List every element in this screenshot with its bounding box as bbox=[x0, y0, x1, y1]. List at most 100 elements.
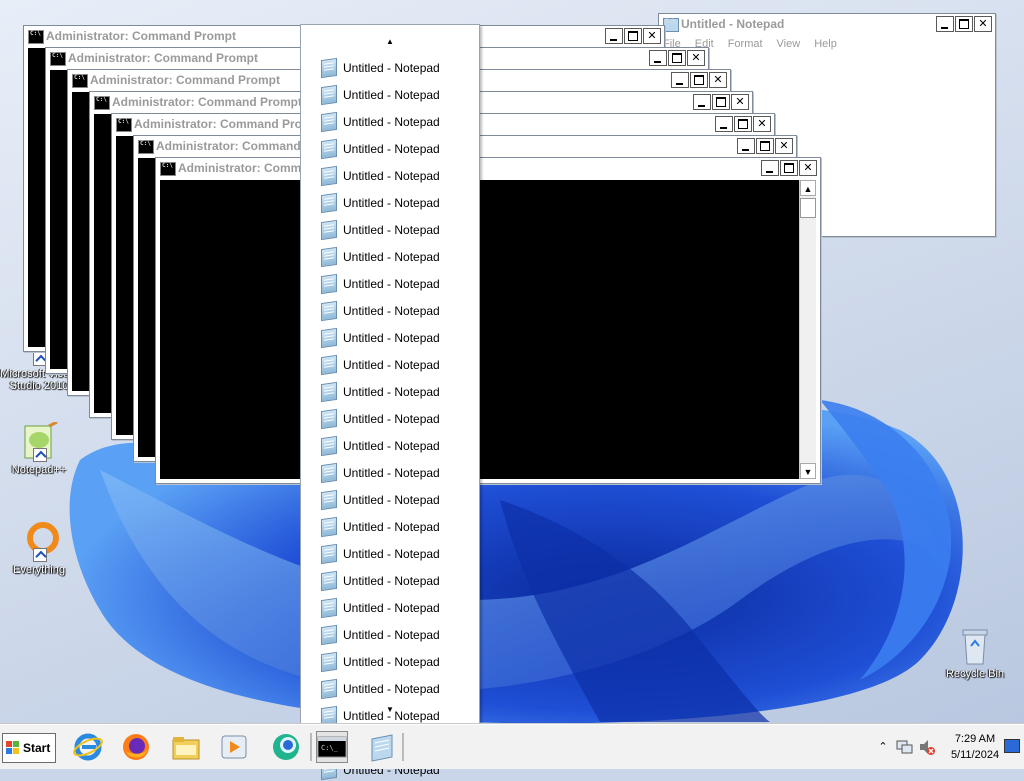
notepad-icon bbox=[321, 570, 337, 592]
menu-item-untitled-notepad[interactable]: Untitled - Notepad bbox=[321, 543, 440, 565]
clock-date: 5/11/2024 bbox=[950, 749, 1000, 761]
menu-item-untitled-notepad[interactable]: Untitled - Notepad bbox=[321, 516, 440, 538]
menu-scroll-down-icon[interactable]: ▼ bbox=[301, 705, 479, 714]
firefox-icon[interactable] bbox=[120, 731, 152, 763]
notepad-title: Untitled - Notepad bbox=[681, 17, 785, 31]
menu-item-untitled-notepad[interactable]: Untitled - Notepad bbox=[321, 678, 440, 700]
minimize-button[interactable] bbox=[936, 16, 954, 32]
menu-view[interactable]: View bbox=[777, 38, 801, 50]
maximize-button[interactable] bbox=[734, 116, 752, 132]
close-button[interactable]: ✕ bbox=[709, 72, 727, 88]
desktop-icon-label: Recycle Bin bbox=[945, 668, 1005, 680]
menu-item-untitled-notepad[interactable]: Untitled - Notepad bbox=[321, 597, 440, 619]
maximize-button[interactable] bbox=[668, 50, 686, 66]
menu-item-untitled-notepad[interactable]: Untitled - Notepad bbox=[321, 273, 440, 295]
console-scrollbar[interactable]: ▲ ▼ bbox=[799, 180, 816, 479]
minimize-button[interactable] bbox=[649, 50, 667, 66]
close-button[interactable]: ✕ bbox=[799, 160, 817, 176]
start-button[interactable]: Start bbox=[2, 733, 56, 763]
media-player-icon[interactable] bbox=[218, 731, 250, 763]
console-area[interactable] bbox=[160, 180, 800, 479]
desktop-icon-notepad-plus-plus[interactable]: Notepad++ bbox=[0, 420, 78, 476]
minimize-button[interactable] bbox=[737, 138, 755, 154]
notepad-icon bbox=[321, 165, 337, 187]
menu-item-untitled-notepad[interactable]: Untitled - Notepad bbox=[321, 624, 440, 646]
cmd-title: Administrator: Command Prompt bbox=[134, 117, 325, 131]
menu-item-label: Untitled - Notepad bbox=[343, 115, 440, 129]
menu-item-untitled-notepad[interactable]: Untitled - Notepad bbox=[321, 111, 440, 133]
menu-item-label: Untitled - Notepad bbox=[343, 574, 440, 588]
scroll-thumb[interactable] bbox=[800, 198, 816, 218]
notepad-titlebar[interactable]: Untitled - Notepad ✕ bbox=[659, 14, 995, 34]
menu-item-untitled-notepad[interactable]: Untitled - Notepad bbox=[321, 327, 440, 349]
menu-scroll-up-icon[interactable]: ▲ bbox=[301, 37, 479, 46]
minimize-button[interactable] bbox=[693, 94, 711, 110]
menu-item-untitled-notepad[interactable]: Untitled - Notepad bbox=[321, 462, 440, 484]
notepad-icon bbox=[321, 651, 337, 673]
scroll-down-arrow[interactable]: ▼ bbox=[800, 463, 816, 479]
minimize-button[interactable] bbox=[715, 116, 733, 132]
menu-item-untitled-notepad[interactable]: Untitled - Notepad bbox=[321, 246, 440, 268]
menu-item-label: Untitled - Notepad bbox=[343, 682, 440, 696]
maximize-button[interactable] bbox=[780, 160, 798, 176]
maximize-button[interactable] bbox=[690, 72, 708, 88]
command-prompt-icon bbox=[138, 140, 154, 154]
menu-item-untitled-notepad[interactable]: Untitled - Notepad bbox=[321, 57, 440, 79]
cmd-titlebar[interactable]: Administrator: Command Prompt ✕ bbox=[156, 158, 820, 178]
maximize-button[interactable] bbox=[955, 16, 973, 32]
file-explorer-icon[interactable] bbox=[170, 731, 202, 763]
close-button[interactable]: ✕ bbox=[974, 16, 992, 32]
recycle-bin-icon bbox=[955, 626, 995, 666]
scroll-up-arrow[interactable]: ▲ bbox=[800, 180, 816, 196]
internet-explorer-icon[interactable] bbox=[72, 731, 104, 763]
desktop-icon-everything[interactable]: Everything bbox=[0, 522, 78, 576]
close-button[interactable]: ✕ bbox=[731, 94, 749, 110]
notepad-icon bbox=[321, 84, 337, 106]
taskbar-separator bbox=[310, 733, 312, 761]
cmd-window-7-active[interactable]: Administrator: Command Prompt ✕ ▲ ▼ bbox=[155, 157, 821, 484]
chat-app-icon[interactable] bbox=[270, 731, 302, 763]
maximize-button[interactable] bbox=[756, 138, 774, 154]
menu-item-untitled-notepad[interactable]: Untitled - Notepad bbox=[321, 570, 440, 592]
taskbar-clock[interactable]: 7:29 AM 5/11/2024 bbox=[940, 731, 1010, 763]
close-button[interactable]: ✕ bbox=[775, 138, 793, 154]
menu-item-untitled-notepad[interactable]: Untitled - Notepad bbox=[321, 354, 440, 376]
show-desktop-icon[interactable] bbox=[1004, 739, 1020, 753]
command-prompt-icon bbox=[160, 162, 176, 176]
menu-item-untitled-notepad[interactable]: Untitled - Notepad bbox=[321, 435, 440, 457]
show-hidden-icons-chevron-icon[interactable]: ⌃ bbox=[876, 737, 890, 757]
menu-item-label: Untitled - Notepad bbox=[343, 493, 440, 507]
menu-item-untitled-notepad[interactable]: Untitled - Notepad bbox=[321, 219, 440, 241]
menu-item-untitled-notepad[interactable]: Untitled - Notepad bbox=[321, 651, 440, 673]
menu-item-label: Untitled - Notepad bbox=[343, 358, 440, 372]
maximize-button[interactable] bbox=[624, 28, 642, 44]
desktop-icon-recycle-bin[interactable]: Recycle Bin bbox=[936, 626, 1014, 680]
minimize-button[interactable] bbox=[605, 28, 623, 44]
notepad-icon bbox=[321, 435, 337, 457]
network-icon[interactable] bbox=[896, 737, 914, 757]
menu-item-label: Untitled - Notepad bbox=[343, 439, 440, 453]
close-button[interactable]: ✕ bbox=[687, 50, 705, 66]
menu-item-untitled-notepad[interactable]: Untitled - Notepad bbox=[321, 84, 440, 106]
volume-muted-icon[interactable] bbox=[918, 737, 936, 757]
menu-item-untitled-notepad[interactable]: Untitled - Notepad bbox=[321, 138, 440, 160]
notepad-icon bbox=[321, 327, 337, 349]
command-prompt-icon[interactable]: C:\_ bbox=[316, 731, 348, 763]
menu-item-untitled-notepad[interactable]: Untitled - Notepad bbox=[321, 489, 440, 511]
menu-item-untitled-notepad[interactable]: Untitled - Notepad bbox=[321, 192, 440, 214]
minimize-button[interactable] bbox=[671, 72, 689, 88]
menu-item-label: Untitled - Notepad bbox=[343, 196, 440, 210]
notepad-icon bbox=[321, 597, 337, 619]
menu-item-untitled-notepad[interactable]: Untitled - Notepad bbox=[321, 408, 440, 430]
menu-item-untitled-notepad[interactable]: Untitled - Notepad bbox=[321, 165, 440, 187]
minimize-button[interactable] bbox=[761, 160, 779, 176]
menu-format[interactable]: Format bbox=[728, 38, 763, 50]
menu-help[interactable]: Help bbox=[814, 38, 837, 50]
notepad-icon[interactable] bbox=[366, 731, 398, 763]
menu-item-untitled-notepad[interactable]: Untitled - Notepad bbox=[321, 381, 440, 403]
menu-item-untitled-notepad[interactable]: Untitled - Notepad bbox=[321, 300, 440, 322]
close-button[interactable]: ✕ bbox=[753, 116, 771, 132]
close-button[interactable]: ✕ bbox=[643, 28, 661, 44]
maximize-button[interactable] bbox=[712, 94, 730, 110]
everything-search-icon bbox=[19, 522, 59, 562]
